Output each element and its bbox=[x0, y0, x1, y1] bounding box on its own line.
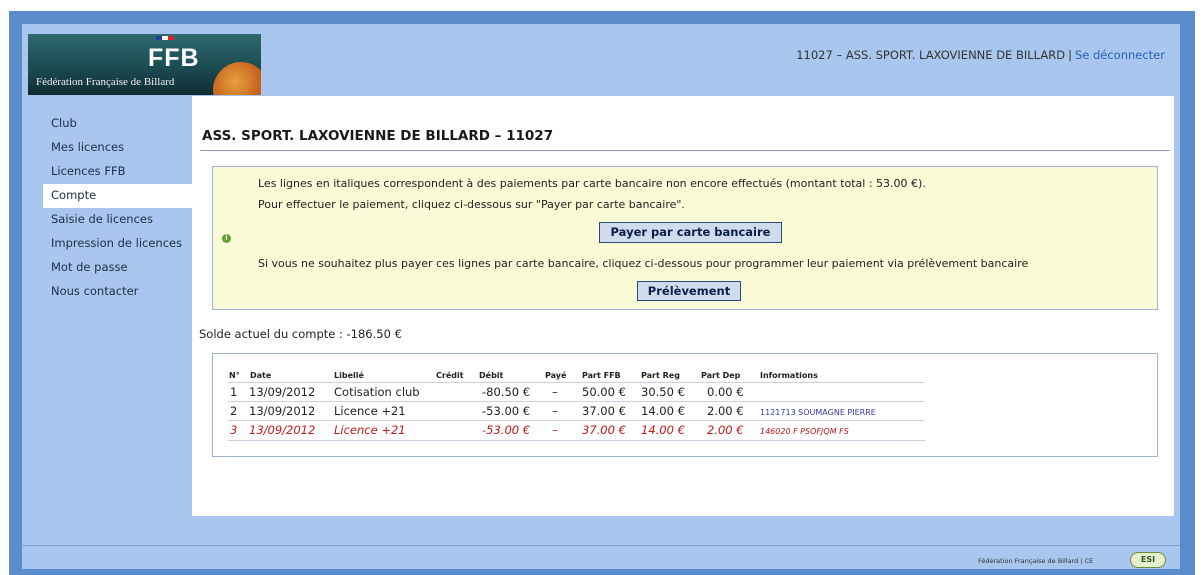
ffb-logo[interactable]: FFB Fédération Française de Billard bbox=[28, 34, 261, 95]
cell-part-ffb: 37.00 € bbox=[582, 404, 626, 418]
notice-line-3: Si vous ne souhaitez plus payer ces lign… bbox=[258, 257, 1029, 270]
row-divider bbox=[228, 420, 925, 421]
cell-debit: -80.50 € bbox=[482, 385, 531, 399]
title-divider bbox=[200, 150, 1170, 151]
sidebar-item-saisie-licences[interactable]: Saisie de licences bbox=[45, 208, 192, 232]
cell-part-dep: 2.00 € bbox=[707, 423, 744, 437]
cell-num: 1 bbox=[230, 385, 238, 399]
direct-debit-button[interactable]: Prélèvement bbox=[637, 281, 741, 301]
logo-subtitle: Fédération Française de Billard bbox=[36, 76, 175, 88]
col-header-num: N° bbox=[229, 371, 240, 380]
cell-paid: – bbox=[552, 404, 558, 418]
sidebar-item-club[interactable]: Club bbox=[45, 112, 192, 136]
col-header-informations: Informations bbox=[760, 371, 818, 380]
info-icon: i bbox=[222, 234, 231, 243]
footer-text: Fédération Française de Billard | CE bbox=[978, 557, 1094, 565]
logout-link[interactable]: Se déconnecter bbox=[1075, 48, 1165, 62]
cell-part-reg: 14.00 € bbox=[641, 423, 685, 437]
cell-informations[interactable]: 1121713 SOUMAGNE PIERRE bbox=[760, 408, 876, 417]
sidebar-item-impression-licences[interactable]: Impression de licences bbox=[45, 232, 192, 256]
pay-by-card-button[interactable]: Payer par carte bancaire bbox=[599, 222, 782, 243]
cell-part-ffb: 37.00 € bbox=[582, 423, 626, 437]
cell-num: 2 bbox=[230, 404, 238, 418]
sidebar-nav: Club Mes licences Licences FFB Compte Sa… bbox=[43, 112, 192, 304]
cell-date: 13/09/2012 bbox=[249, 385, 316, 399]
sidebar-item-mot-de-passe[interactable]: Mot de passe bbox=[45, 256, 192, 280]
cell-paid: – bbox=[552, 423, 558, 437]
col-header-part-ffb: Part FFB bbox=[582, 371, 621, 380]
cell-part-reg: 30.50 € bbox=[641, 385, 685, 399]
cell-num: 3 bbox=[230, 423, 238, 437]
col-header-part-reg: Part Reg bbox=[641, 371, 680, 380]
cell-informations[interactable]: 146020 F PSOFJQM FS bbox=[760, 427, 849, 436]
esi-logo[interactable]: ESI bbox=[1130, 552, 1166, 568]
billiard-ball-icon bbox=[213, 62, 261, 95]
sidebar-item-mes-licences[interactable]: Mes licences bbox=[45, 136, 192, 160]
cell-debit: -53.00 € bbox=[482, 404, 531, 418]
footer-divider bbox=[22, 545, 1180, 546]
row-divider bbox=[228, 401, 925, 402]
cell-paid: – bbox=[552, 385, 558, 399]
notice-line-2: Pour effectuer le paiement, cliquez ci-d… bbox=[258, 198, 685, 211]
col-header-credit: Crédit bbox=[436, 371, 464, 380]
cell-label: Cotisation club bbox=[334, 385, 420, 399]
header-user-info: 11027 – ASS. SPORT. LAXOVIENNE DE BILLAR… bbox=[700, 48, 1165, 62]
cell-part-reg: 14.00 € bbox=[641, 404, 685, 418]
cell-label: Licence +21 bbox=[334, 423, 406, 437]
notice-line-1: Les lignes en italiques correspondent à … bbox=[258, 177, 926, 190]
club-info: 11027 – ASS. SPORT. LAXOVIENNE DE BILLAR… bbox=[796, 48, 1066, 62]
table-divider bbox=[228, 382, 925, 383]
sidebar-item-licences-ffb[interactable]: Licences FFB bbox=[45, 160, 192, 184]
logo-text: FFB bbox=[148, 44, 200, 72]
cell-part-dep: 0.00 € bbox=[707, 385, 744, 399]
cell-date: 13/09/2012 bbox=[249, 423, 316, 437]
cell-part-ffb: 50.00 € bbox=[582, 385, 626, 399]
col-header-date: Date bbox=[250, 371, 272, 380]
sidebar-item-nous-contacter[interactable]: Nous contacter bbox=[45, 280, 192, 304]
separator: | bbox=[1068, 48, 1072, 62]
row-divider bbox=[228, 440, 925, 441]
col-header-part-dep: Part Dep bbox=[701, 371, 741, 380]
cell-part-dep: 2.00 € bbox=[707, 404, 744, 418]
cell-date: 13/09/2012 bbox=[249, 404, 316, 418]
account-balance: Solde actuel du compte : -186.50 € bbox=[199, 327, 402, 341]
page-title: ASS. SPORT. LAXOVIENNE DE BILLARD – 1102… bbox=[202, 128, 554, 144]
cell-debit: -53.00 € bbox=[482, 423, 531, 437]
tricolor-flag-icon bbox=[156, 36, 174, 40]
col-header-debit: Débit bbox=[479, 371, 504, 380]
col-header-label: Libellé bbox=[334, 371, 364, 380]
sidebar-item-compte[interactable]: Compte bbox=[43, 184, 192, 208]
col-header-paid: Payé bbox=[545, 371, 567, 380]
cell-label: Licence +21 bbox=[334, 404, 406, 418]
